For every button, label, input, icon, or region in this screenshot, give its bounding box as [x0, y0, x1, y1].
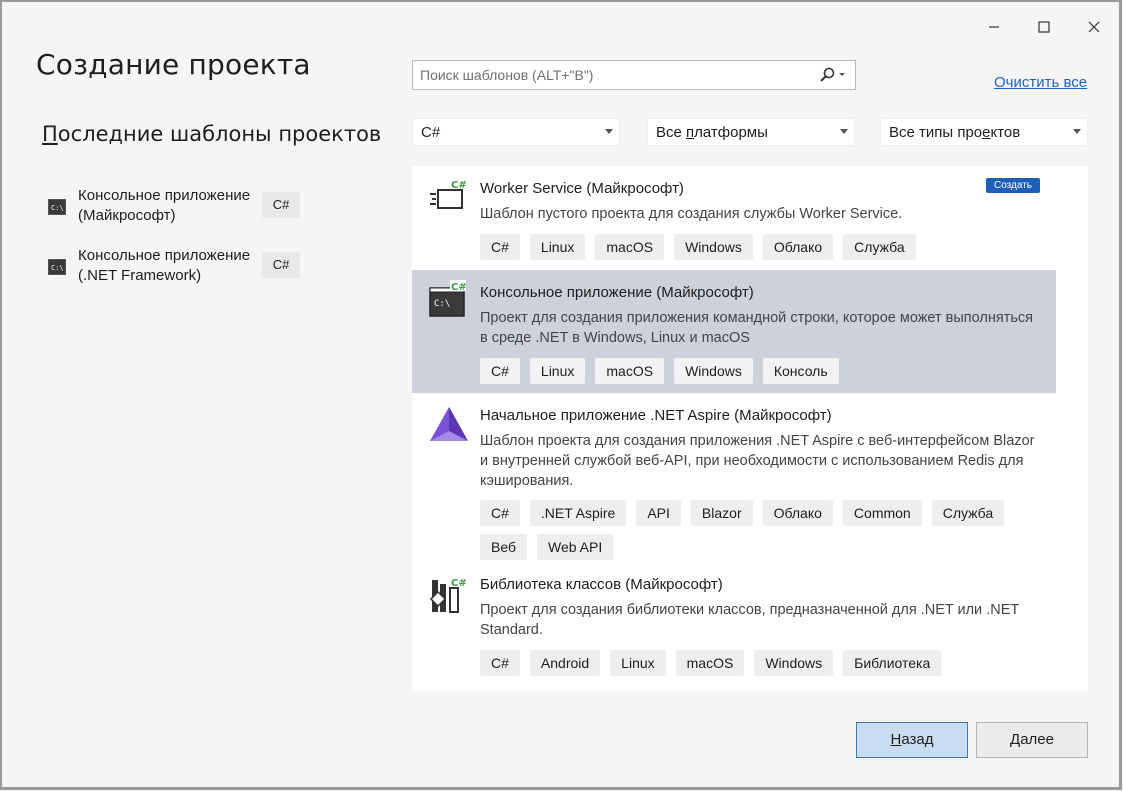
next-accesskey: Д — [1010, 731, 1021, 748]
tag: .NET Aspire — [529, 500, 627, 526]
language-filter-value: C# — [421, 124, 441, 141]
next-button[interactable]: Далее — [976, 722, 1088, 758]
recent-item-label: Консольное приложение (Майкрософт) — [78, 187, 251, 224]
tag: Облако — [762, 500, 833, 526]
chevron-down-icon — [605, 129, 613, 134]
tag: Библиотека — [843, 650, 942, 676]
template-class-library[interactable]: C# Библиотека классов (Майкрософт) Проек… — [412, 564, 1056, 689]
clear-all-link[interactable]: Очистить все — [994, 74, 1087, 91]
platform-accesskey: п — [686, 124, 695, 141]
console-app-icon: C:\ C# — [429, 280, 467, 317]
template-title: Начальное приложение .NET Aspire (Майкро… — [480, 407, 832, 424]
template-title: Библиотека классов (Майкрософт) — [480, 576, 723, 593]
language-filter-dropdown[interactable]: C# — [412, 118, 620, 146]
tag: macOS — [595, 358, 665, 384]
platform-filter-value: Все платформы — [656, 124, 768, 141]
platform-text-a: Все — [656, 124, 687, 141]
type-text-a: Все типы про — [889, 124, 983, 141]
tag: Служба — [843, 234, 916, 260]
class-library-icon: C# — [429, 576, 467, 613]
tag: API — [636, 500, 681, 526]
template-list: C# Worker Service (Майкрософт) Создать Ш… — [412, 166, 1088, 691]
recent-templates-heading: Последние шаблоны проектов — [42, 122, 381, 146]
tag: Linux — [529, 234, 586, 260]
project-type-filter-value: Все типы проектов — [889, 124, 1020, 141]
tag: Windows — [674, 234, 753, 260]
platform-text-b: латформы — [694, 124, 768, 141]
recent-item-lang: C# — [262, 192, 300, 218]
template-description: Шаблон пустого проекта для создания служ… — [480, 206, 903, 222]
tag: C# — [480, 358, 520, 384]
chevron-down-icon — [840, 129, 848, 134]
template-description: Проект для создания приложения командной… — [480, 310, 1034, 346]
recent-item-lang: C# — [262, 252, 300, 278]
platform-filter-dropdown[interactable]: Все платформы — [647, 118, 855, 146]
project-type-filter-dropdown[interactable]: Все типы проектов — [880, 118, 1088, 146]
back-label: азад — [901, 731, 934, 748]
close-button[interactable] — [1074, 12, 1114, 42]
console-app-icon: C:\ — [48, 199, 66, 215]
template-worker-service[interactable]: C# Worker Service (Майкрософт) Создать Ш… — [412, 166, 1056, 270]
search-placeholder: Поиск шаблонов (ALT+"В") — [420, 67, 594, 83]
tag: Облако — [762, 234, 834, 260]
template-tags: C# Android Linux macOS Windows Библиотека — [480, 650, 951, 684]
tag: Common — [842, 500, 922, 526]
back-button[interactable]: Назад — [856, 722, 968, 758]
svg-text:C:\: C:\ — [51, 264, 64, 272]
search-icon[interactable] — [819, 67, 847, 83]
recent-item-label: Консольное приложение (.NET Framework) — [78, 247, 251, 284]
svg-text:C#: C# — [451, 180, 467, 191]
next-label: алее — [1020, 731, 1054, 748]
recent-item-console-netfx[interactable]: C:\ Консольное приложение (.NET Framewor… — [46, 246, 346, 292]
tag: Консоль — [762, 358, 839, 384]
back-accesskey: Н — [890, 731, 902, 748]
template-title: Консольное приложение (Майкрософт) — [480, 284, 754, 301]
svg-text:C:\: C:\ — [51, 204, 64, 212]
recent-heading-accesskey: П — [42, 122, 58, 146]
console-app-icon: C:\ — [48, 259, 66, 275]
tag: C# — [480, 500, 520, 526]
template-description: Шаблон проекта для создания приложения .… — [480, 433, 1035, 489]
tag: Windows — [754, 650, 834, 676]
template-tags: C# .NET Aspire API Blazor Облако Common Служба… — [480, 500, 1040, 568]
maximize-icon — [1038, 21, 1050, 33]
maximize-button[interactable] — [1024, 12, 1064, 42]
template-description: Проект для создания библиотеки классов, … — [480, 602, 1019, 638]
template-search-input[interactable]: Поиск шаблонов (ALT+"В") — [412, 60, 856, 90]
tag: Веб — [480, 534, 527, 560]
tag: macOS — [595, 234, 665, 260]
type-text-b: ктов — [990, 124, 1021, 141]
template-tags: C# Linux macOS Windows Облако Служба — [480, 234, 926, 268]
tag: Linux — [529, 358, 586, 384]
chevron-down-icon — [1073, 129, 1081, 134]
template-tags: C# Linux macOS Windows Консоль — [480, 358, 849, 392]
svg-text:C#: C# — [451, 282, 467, 293]
svg-text:C:\: C:\ — [434, 299, 450, 309]
recent-item-console-ms[interactable]: C:\ Консольное приложение (Майкрософт) C… — [46, 186, 346, 232]
template-dotnet-aspire[interactable]: Начальное приложение .NET Aspire (Майкро… — [412, 393, 1056, 563]
tag: Android — [529, 650, 601, 676]
create-badge[interactable]: Создать — [986, 178, 1041, 193]
tag: macOS — [675, 650, 745, 676]
page-title: Создание проекта — [36, 48, 311, 81]
tag: C# — [480, 650, 520, 676]
minimize-icon — [989, 26, 999, 28]
tag: Linux — [610, 650, 666, 676]
type-accesskey: е — [982, 124, 991, 141]
tag: Windows — [674, 358, 753, 384]
close-icon — [1088, 21, 1100, 33]
tag: Blazor — [690, 500, 753, 526]
tag: Web API — [537, 534, 614, 560]
template-title: Worker Service (Майкрософт) — [480, 180, 684, 197]
tag: Служба — [931, 500, 1005, 526]
tag: C# — [480, 234, 520, 260]
worker-service-icon: C# — [430, 178, 467, 209]
create-project-window: Создание проекта Последние шаблоны проек… — [0, 0, 1122, 790]
minimize-button[interactable] — [974, 12, 1014, 42]
template-console-app[interactable]: C:\ C# Консольное приложение (Майкрософт… — [412, 270, 1056, 393]
dotnet-aspire-icon — [430, 407, 468, 441]
svg-text:C#: C# — [451, 578, 467, 589]
recent-heading-text: оследние шаблоны проектов — [57, 122, 382, 146]
